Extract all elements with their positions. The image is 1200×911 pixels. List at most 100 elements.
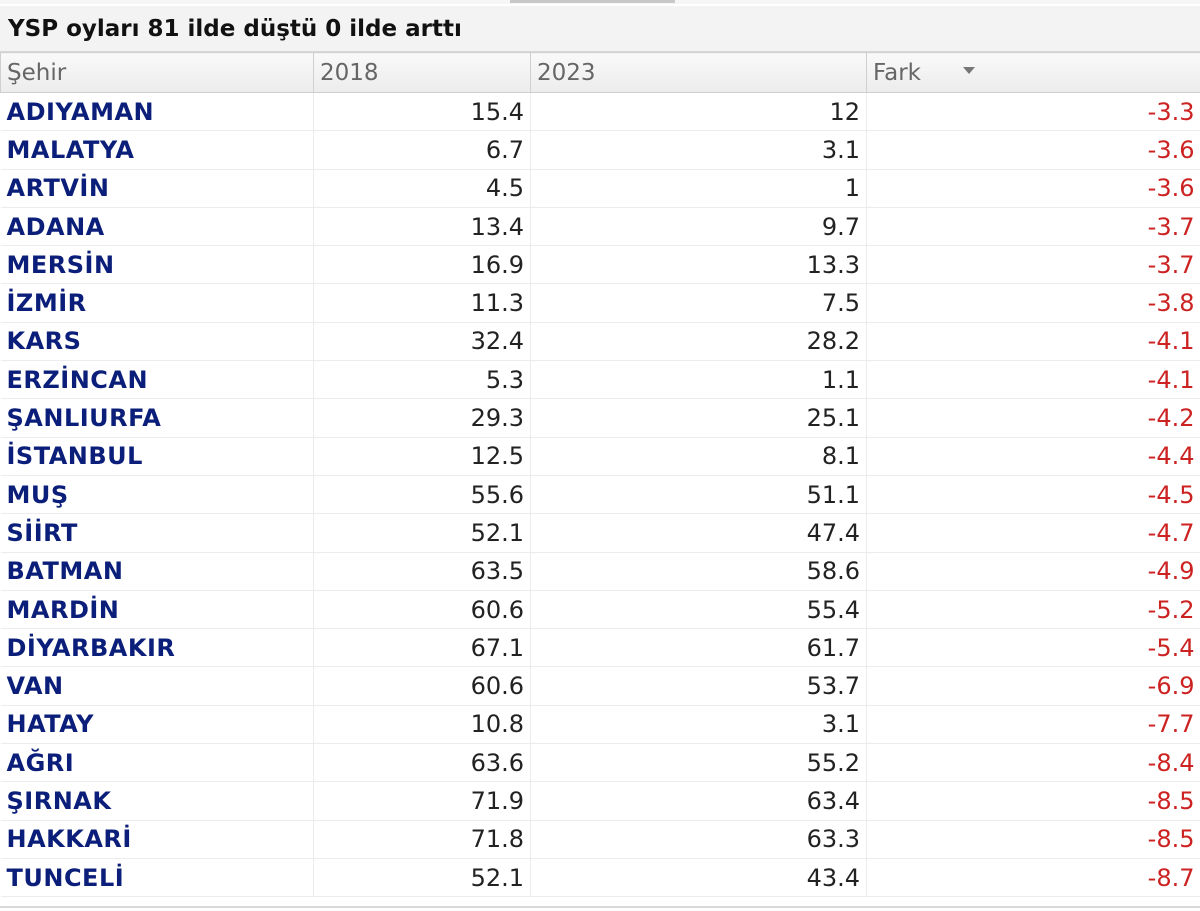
cell-city: HAKKARİ (0, 820, 314, 859)
cell-fark: -8.5 (866, 781, 1200, 821)
cell-2023: 63.4 (530, 781, 867, 821)
cell-fark: -8.4 (866, 743, 1200, 783)
cell-2023: 13.3 (530, 245, 867, 285)
cell-city: BATMAN (0, 552, 314, 591)
cell-city: KARS (0, 322, 314, 362)
table-row[interactable]: VAN 60.6 53.7 -6.9 (0, 666, 1200, 706)
table-bottom-border (0, 906, 1200, 908)
cell-2018: 32.4 (313, 322, 531, 362)
cell-2018: 52.1 (313, 513, 531, 553)
cell-fark: -4.1 (866, 322, 1200, 362)
table-title: YSP oyları 81 ilde düştü 0 ilde arttı (0, 6, 1200, 52)
table-row[interactable]: TUNCELİ 52.1 43.4 -8.7 (0, 858, 1200, 898)
cell-city: ERZİNCAN (0, 360, 314, 400)
cell-fark: -4.4 (866, 437, 1200, 476)
cell-2018: 6.7 (313, 130, 531, 170)
cell-city: VAN (0, 666, 314, 706)
cell-2018: 13.4 (313, 207, 531, 247)
table-row[interactable]: KARS 32.4 28.2 -4.1 (0, 322, 1200, 362)
table-row[interactable]: ADIYAMAN 15.4 12 -3.3 (0, 92, 1200, 132)
cell-2018: 71.8 (313, 820, 531, 859)
cell-2023: 47.4 (530, 513, 867, 553)
table-row[interactable]: ERZİNCAN 5.3 1.1 -4.1 (0, 360, 1200, 400)
cell-2023: 9.7 (530, 207, 867, 247)
cell-fark: -4.5 (866, 475, 1200, 515)
cell-fark: -7.7 (866, 705, 1200, 745)
cell-2018: 55.6 (313, 475, 531, 515)
cell-fark: -3.7 (866, 245, 1200, 285)
cell-2018: 60.6 (313, 666, 531, 706)
cell-2023: 28.2 (530, 322, 867, 362)
cell-2023: 55.4 (530, 590, 867, 630)
cell-2018: 5.3 (313, 360, 531, 400)
cell-fark: -4.2 (866, 398, 1200, 438)
results-table: Şehir 2018 2023 Fark ADIYAMAN 15.4 12 -3.3 M… (0, 52, 1200, 898)
cell-fark: -8.5 (866, 820, 1200, 859)
cell-2023: 25.1 (530, 398, 867, 438)
cell-2018: 4.5 (313, 169, 531, 208)
cell-2018: 60.6 (313, 590, 531, 630)
cell-2023: 1.1 (530, 360, 867, 400)
table-row[interactable]: DİYARBAKIR 67.1 61.7 -5.4 (0, 628, 1200, 668)
cell-2023: 3.1 (530, 705, 867, 745)
cell-fark: -4.9 (866, 552, 1200, 591)
cell-2018: 52.1 (313, 858, 531, 898)
cell-fark: -4.1 (866, 360, 1200, 400)
cell-2023: 51.1 (530, 475, 867, 515)
sort-desc-icon[interactable] (963, 67, 975, 74)
cell-city: ADIYAMAN (0, 92, 314, 132)
table-row[interactable]: SİİRT 52.1 47.4 -4.7 (0, 513, 1200, 553)
cell-fark: -3.6 (866, 130, 1200, 170)
cell-fark: -6.9 (866, 666, 1200, 706)
cell-fark: -5.2 (866, 590, 1200, 630)
cell-2023: 7.5 (530, 283, 867, 323)
cell-2023: 61.7 (530, 628, 867, 668)
cell-fark: -3.6 (866, 169, 1200, 208)
table-row[interactable]: ŞANLIURFA 29.3 25.1 -4.2 (0, 398, 1200, 438)
cell-2023: 3.1 (530, 130, 867, 170)
table-row[interactable]: ADANA 13.4 9.7 -3.7 (0, 207, 1200, 247)
table-row[interactable]: MUŞ 55.6 51.1 -4.5 (0, 475, 1200, 515)
cell-fark: -5.4 (866, 628, 1200, 668)
cell-city: MERSİN (0, 245, 314, 285)
cell-2018: 15.4 (313, 92, 531, 132)
cell-fark: -3.7 (866, 207, 1200, 247)
cell-2018: 12.5 (313, 437, 531, 476)
column-header-fark-label: Fark (873, 59, 921, 86)
column-header-2018[interactable]: 2018 (313, 52, 531, 93)
cell-city: ŞIRNAK (0, 781, 314, 821)
table-row[interactable]: MARDİN 60.6 55.4 -5.2 (0, 590, 1200, 630)
cell-2018: 16.9 (313, 245, 531, 285)
column-header-city[interactable]: Şehir (0, 52, 314, 93)
table-row[interactable]: AĞRI 63.6 55.2 -8.4 (0, 743, 1200, 783)
cell-2023: 12 (530, 92, 867, 132)
cell-2018: 63.5 (313, 552, 531, 591)
table-row[interactable]: İZMİR 11.3 7.5 -3.8 (0, 283, 1200, 323)
cell-2023: 43.4 (530, 858, 867, 898)
cell-city: HATAY (0, 705, 314, 745)
table-row[interactable]: ŞIRNAK 71.9 63.4 -8.5 (0, 781, 1200, 821)
table-row[interactable]: ARTVİN 4.5 1 -3.6 (0, 169, 1200, 208)
active-tab-indicator[interactable] (510, 0, 675, 3)
cell-2018: 71.9 (313, 781, 531, 821)
cell-city: MARDİN (0, 590, 314, 630)
cell-2023: 58.6 (530, 552, 867, 591)
cell-city: ŞANLIURFA (0, 398, 314, 438)
column-header-fark[interactable]: Fark (866, 52, 1200, 93)
cell-city: SİİRT (0, 513, 314, 553)
cell-city: İZMİR (0, 283, 314, 323)
cell-2023: 1 (530, 169, 867, 208)
table-row[interactable]: HATAY 10.8 3.1 -7.7 (0, 705, 1200, 745)
cell-city: DİYARBAKIR (0, 628, 314, 668)
table-row[interactable]: İSTANBUL 12.5 8.1 -4.4 (0, 437, 1200, 476)
table-row[interactable]: MERSİN 16.9 13.3 -3.7 (0, 245, 1200, 285)
cell-2023: 53.7 (530, 666, 867, 706)
cell-2023: 8.1 (530, 437, 867, 476)
column-header-2023[interactable]: 2023 (530, 52, 867, 93)
cell-fark: -8.7 (866, 858, 1200, 898)
cell-city: MUŞ (0, 475, 314, 515)
table-row[interactable]: HAKKARİ 71.8 63.3 -8.5 (0, 820, 1200, 859)
table-row[interactable]: BATMAN 63.5 58.6 -4.9 (0, 552, 1200, 591)
cell-city: MALATYA (0, 130, 314, 170)
table-row[interactable]: MALATYA 6.7 3.1 -3.6 (0, 130, 1200, 170)
